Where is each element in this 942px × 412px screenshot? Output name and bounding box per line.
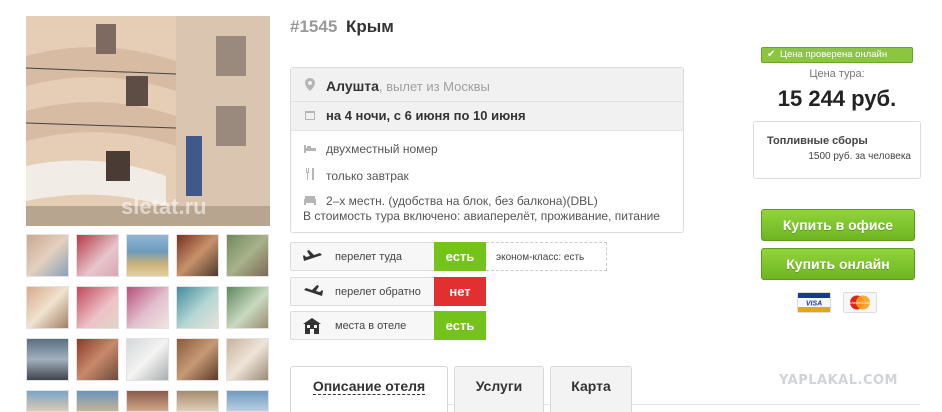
- photo-thumbnail[interactable]: [126, 390, 169, 412]
- photo-thumbnail[interactable]: [126, 338, 169, 381]
- status-flight-back: перелет обратно нет: [290, 277, 486, 306]
- fuel-surcharge-title: Топливные сборы: [767, 135, 868, 147]
- dates-row: на 4 ночи, с 6 июня по 10 июня: [303, 108, 526, 123]
- checkmark-icon: ✔: [767, 49, 776, 60]
- cutlery-icon: [303, 168, 317, 183]
- price-verified-label: Цена проверена онлайн: [780, 49, 888, 60]
- photo-thumbnail[interactable]: [26, 286, 69, 329]
- photo-thumbnail[interactable]: [26, 390, 69, 412]
- flight-there-badge: есть: [434, 242, 486, 271]
- destination-city: Алушта: [326, 78, 379, 94]
- tab-hotel-description[interactable]: Описание отеля: [290, 366, 448, 412]
- location-pin-icon: [303, 78, 317, 94]
- hotel-building-icon: [303, 318, 323, 334]
- plane-return-icon: [303, 284, 323, 300]
- tour-price: 15 244 руб.: [777, 86, 897, 111]
- visa-card-icon: VISA: [797, 292, 831, 313]
- destination-row: Алушта , вылет из Москвы: [303, 78, 490, 94]
- included-services: В стоимость тура включено: авиаперелёт, …: [303, 209, 660, 223]
- photo-thumbnail[interactable]: [226, 390, 269, 412]
- price-verified-badge: ✔ Цена проверена онлайн: [761, 47, 913, 63]
- hotel-rooms-badge: есть: [434, 311, 486, 340]
- meals-row: только завтрак: [303, 168, 409, 183]
- buy-in-office-button[interactable]: Купить в офисе: [761, 209, 915, 241]
- photo-thumbnail[interactable]: [176, 338, 219, 381]
- accommodation-row: 2–х местн. (удобства на блок, без балкон…: [303, 194, 598, 208]
- photo-thumbnail[interactable]: [126, 286, 169, 329]
- meal-plan: только завтрак: [326, 168, 409, 183]
- price-label: Цена тура:: [809, 68, 865, 80]
- site-watermark: YAPLAKAL.COM: [779, 373, 898, 388]
- tour-number: #1545: [290, 17, 338, 36]
- photo-thumbnail[interactable]: [76, 338, 119, 381]
- tour-info-box: Алушта , вылет из Москвы на 4 ночи, с 6 …: [290, 67, 684, 233]
- photo-thumbnail[interactable]: [176, 286, 219, 329]
- tour-dates: на 4 ночи, с 6 июня по 10 июня: [326, 108, 526, 123]
- photo-thumbnail[interactable]: [226, 338, 269, 381]
- buy-online-button[interactable]: Купить онлайн: [761, 248, 915, 280]
- calendar-icon: [303, 109, 317, 123]
- photo-thumbnail[interactable]: [26, 338, 69, 381]
- room-type: двухместный номер: [326, 142, 438, 156]
- fuel-surcharge-value: 1500 руб. за человека: [808, 151, 911, 162]
- status-flight-there: перелет туда есть: [290, 242, 486, 271]
- tab-services[interactable]: Услуги: [454, 366, 544, 412]
- tour-name: Крым: [346, 17, 394, 36]
- bed-icon: [303, 142, 317, 156]
- photo-thumbnail[interactable]: [76, 234, 119, 277]
- status-hotel-rooms: места в отеле есть: [290, 311, 486, 340]
- room-row: двухместный номер: [303, 142, 438, 156]
- plane-departure-icon: [303, 249, 323, 265]
- photo-thumbnail[interactable]: [226, 234, 269, 277]
- photo-watermark: sletat.ru: [121, 194, 207, 219]
- photo-thumbnail[interactable]: [76, 286, 119, 329]
- photo-thumbnail[interactable]: [176, 390, 219, 412]
- flight-back-label: перелет обратно: [335, 286, 421, 298]
- photo-thumbnail[interactable]: [176, 234, 219, 277]
- sofa-icon: [303, 194, 317, 208]
- photo-thumbnail[interactable]: [226, 286, 269, 329]
- fuel-surcharge-box: Топливные сборы 1500 руб. за человека: [753, 121, 921, 179]
- photo-thumbnail[interactable]: [26, 234, 69, 277]
- economy-class-note: эконом-класс: есть: [486, 242, 607, 271]
- mastercard-icon: MasterCard: [843, 292, 877, 313]
- hotel-main-photo[interactable]: sletat.ru: [26, 16, 270, 226]
- tab-hotel-description-label: Описание отеля: [312, 378, 426, 395]
- photo-thumbnail[interactable]: [126, 234, 169, 277]
- tab-services-label: Услуги: [475, 378, 523, 394]
- photo-thumbnail[interactable]: [76, 390, 119, 412]
- tour-title: #1545 Крым: [290, 17, 394, 37]
- accommodation-type: 2–х местн. (удобства на блок, без балкон…: [326, 194, 598, 208]
- included-row: В стоимость тура включено: авиаперелёт, …: [303, 209, 660, 223]
- hotel-rooms-label: места в отеле: [335, 320, 407, 332]
- mastercard-text: MasterCard: [850, 300, 871, 305]
- tab-map-label: Карта: [571, 378, 611, 394]
- flight-there-label: перелет туда: [335, 251, 403, 263]
- visa-card-text: VISA: [806, 301, 822, 308]
- tab-map[interactable]: Карта: [550, 366, 632, 412]
- departure-city: , вылет из Москвы: [378, 78, 490, 94]
- flight-back-badge: нет: [434, 277, 486, 306]
